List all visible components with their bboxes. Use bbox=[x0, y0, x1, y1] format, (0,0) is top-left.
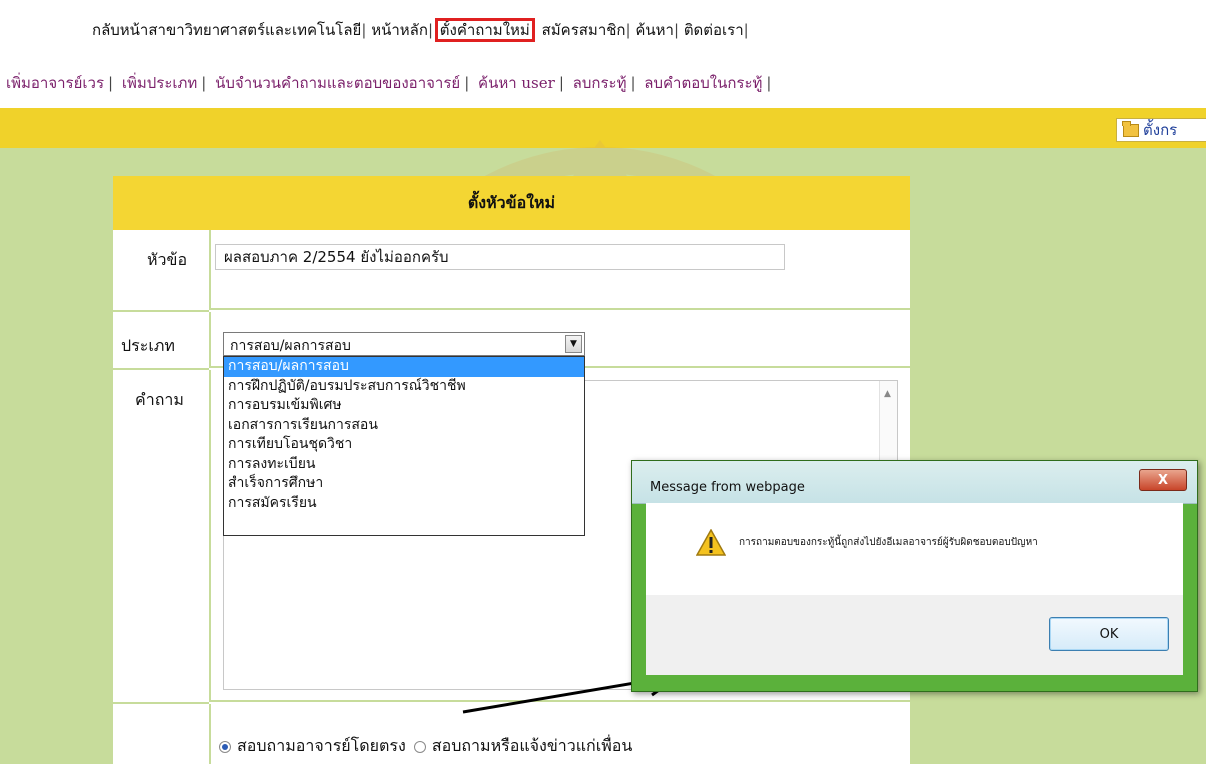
scroll-up-icon[interactable]: ▲ bbox=[884, 389, 891, 399]
nav-link-new-question[interactable]: ตั้งคำถามใหม่ bbox=[434, 18, 535, 42]
category-option[interactable]: การอบรมเข้มพิเศษ bbox=[224, 396, 584, 416]
nav-separator: | bbox=[673, 21, 680, 39]
category-selected-value: การสอบ/ผลการสอบ bbox=[230, 338, 351, 354]
nav-separator: | bbox=[630, 74, 636, 92]
question-label-cell bbox=[113, 370, 209, 704]
nav-link-contact[interactable]: ติดต่อเรา bbox=[684, 21, 744, 39]
question-target-options: สอบถามอาจารย์โดยตรง สอบถามหรือแจ้งข่าวแก… bbox=[219, 734, 632, 759]
nav-link-search[interactable]: ค้นหา bbox=[635, 21, 674, 39]
nav-link-register[interactable]: สมัครสมาชิก bbox=[542, 21, 626, 39]
new-topic-button-label: ตั้งกร bbox=[1143, 121, 1178, 139]
question-label: คำถาม bbox=[135, 390, 184, 409]
category-option[interactable]: สำเร็จการศึกษา bbox=[224, 474, 584, 494]
nav-separator: | bbox=[108, 74, 114, 92]
category-dropdown-list: การสอบ/ผลการสอบ การฝึกปฏิบัติ/อบรมประสบก… bbox=[223, 356, 585, 536]
title-value-cell bbox=[209, 230, 910, 310]
admin-link-delete-reply[interactable]: ลบคำตอบในกระทู้ bbox=[644, 74, 762, 92]
dialog-close-button[interactable]: X bbox=[1139, 469, 1187, 491]
form-heading: ตั้งหัวข้อใหม่ bbox=[113, 176, 910, 230]
toolbar-strip bbox=[0, 108, 1206, 148]
option-label-cell bbox=[113, 704, 209, 764]
nav-separator: | bbox=[743, 21, 749, 39]
folder-icon bbox=[1122, 120, 1139, 137]
nav-separator: | bbox=[201, 74, 207, 92]
nav-separator: | bbox=[427, 21, 433, 39]
nav-link-home[interactable]: หน้าหลัก bbox=[371, 21, 428, 39]
nav-separator: | bbox=[766, 74, 772, 92]
admin-link-delete-thread[interactable]: ลบกระทู้ bbox=[573, 74, 627, 92]
nav-separator: | bbox=[625, 21, 631, 39]
admin-link-add-category[interactable]: เพิ่มประเภท bbox=[122, 74, 197, 92]
category-label: ประเภท bbox=[121, 336, 175, 355]
chevron-down-icon[interactable]: ▼ bbox=[565, 335, 582, 353]
category-option[interactable]: การเทียบโอนชุดวิชา bbox=[224, 435, 584, 455]
nav-separator: | bbox=[531, 21, 537, 39]
radio-ask-teacher[interactable] bbox=[219, 740, 231, 753]
new-topic-button[interactable]: ตั้งกร bbox=[1116, 118, 1206, 142]
nav-separator: | bbox=[361, 21, 367, 39]
category-option[interactable]: เอกสารการเรียนการสอน bbox=[224, 416, 584, 436]
category-option[interactable]: การฝึกปฏิบัติ/อบรมประสบการณ์วิชาชีพ bbox=[224, 377, 584, 397]
dialog-body: การถามตอบของกระทู้นี้ถูกส่งไปยังอีเมลอาจ… bbox=[646, 503, 1183, 595]
dialog-footer: OK bbox=[646, 595, 1183, 675]
admin-link-add-duty-teacher[interactable]: เพิ่มอาจารย์เวร bbox=[6, 74, 104, 92]
admin-link-search-user[interactable]: ค้นหา user bbox=[478, 74, 555, 92]
warning-icon bbox=[696, 529, 726, 556]
main-nav: กลับหน้าสาขาวิทยาศาสตร์และเทคโนโลยี| หน้… bbox=[92, 18, 749, 42]
category-option[interactable]: การสอบ/ผลการสอบ bbox=[224, 357, 584, 377]
nav-link-science-tech[interactable]: กลับหน้าสาขาวิทยาศาสตร์และเทคโนโลยี bbox=[92, 21, 361, 39]
admin-link-count-questions[interactable]: นับจำนวนคำถามและตอบของอาจารย์ bbox=[215, 74, 460, 92]
dialog-message: การถามตอบของกระทู้นี้ถูกส่งไปยังอีเมลอาจ… bbox=[739, 537, 1038, 548]
radio-ask-friends-label: สอบถามหรือแจ้งข่าวแก่เพื่อน bbox=[431, 736, 633, 755]
admin-nav: เพิ่มอาจารย์เวร | เพิ่มประเภท | นับจำนวนคำ… bbox=[6, 71, 775, 95]
category-option[interactable]: การลงทะเบียน bbox=[224, 455, 584, 475]
title-input[interactable]: ผลสอบภาค 2/2554 ยังไม่ออกครับ bbox=[215, 244, 785, 270]
category-select[interactable]: การสอบ/ผลการสอบ ▼ bbox=[223, 332, 585, 356]
title-label: หัวข้อ bbox=[147, 250, 188, 269]
ok-button[interactable]: OK bbox=[1049, 617, 1169, 651]
dialog-title: Message from webpage bbox=[650, 480, 805, 495]
nav-separator: | bbox=[558, 74, 564, 92]
category-option[interactable]: การสมัครเรียน bbox=[224, 494, 584, 514]
dialog-titlebar: Message from webpage X bbox=[632, 461, 1197, 504]
radio-ask-teacher-label: สอบถามอาจารย์โดยตรง bbox=[237, 736, 406, 755]
radio-ask-friends[interactable] bbox=[413, 740, 426, 753]
message-dialog: Message from webpage X การถามตอบของกระทู… bbox=[631, 460, 1198, 692]
nav-separator: | bbox=[464, 74, 470, 92]
